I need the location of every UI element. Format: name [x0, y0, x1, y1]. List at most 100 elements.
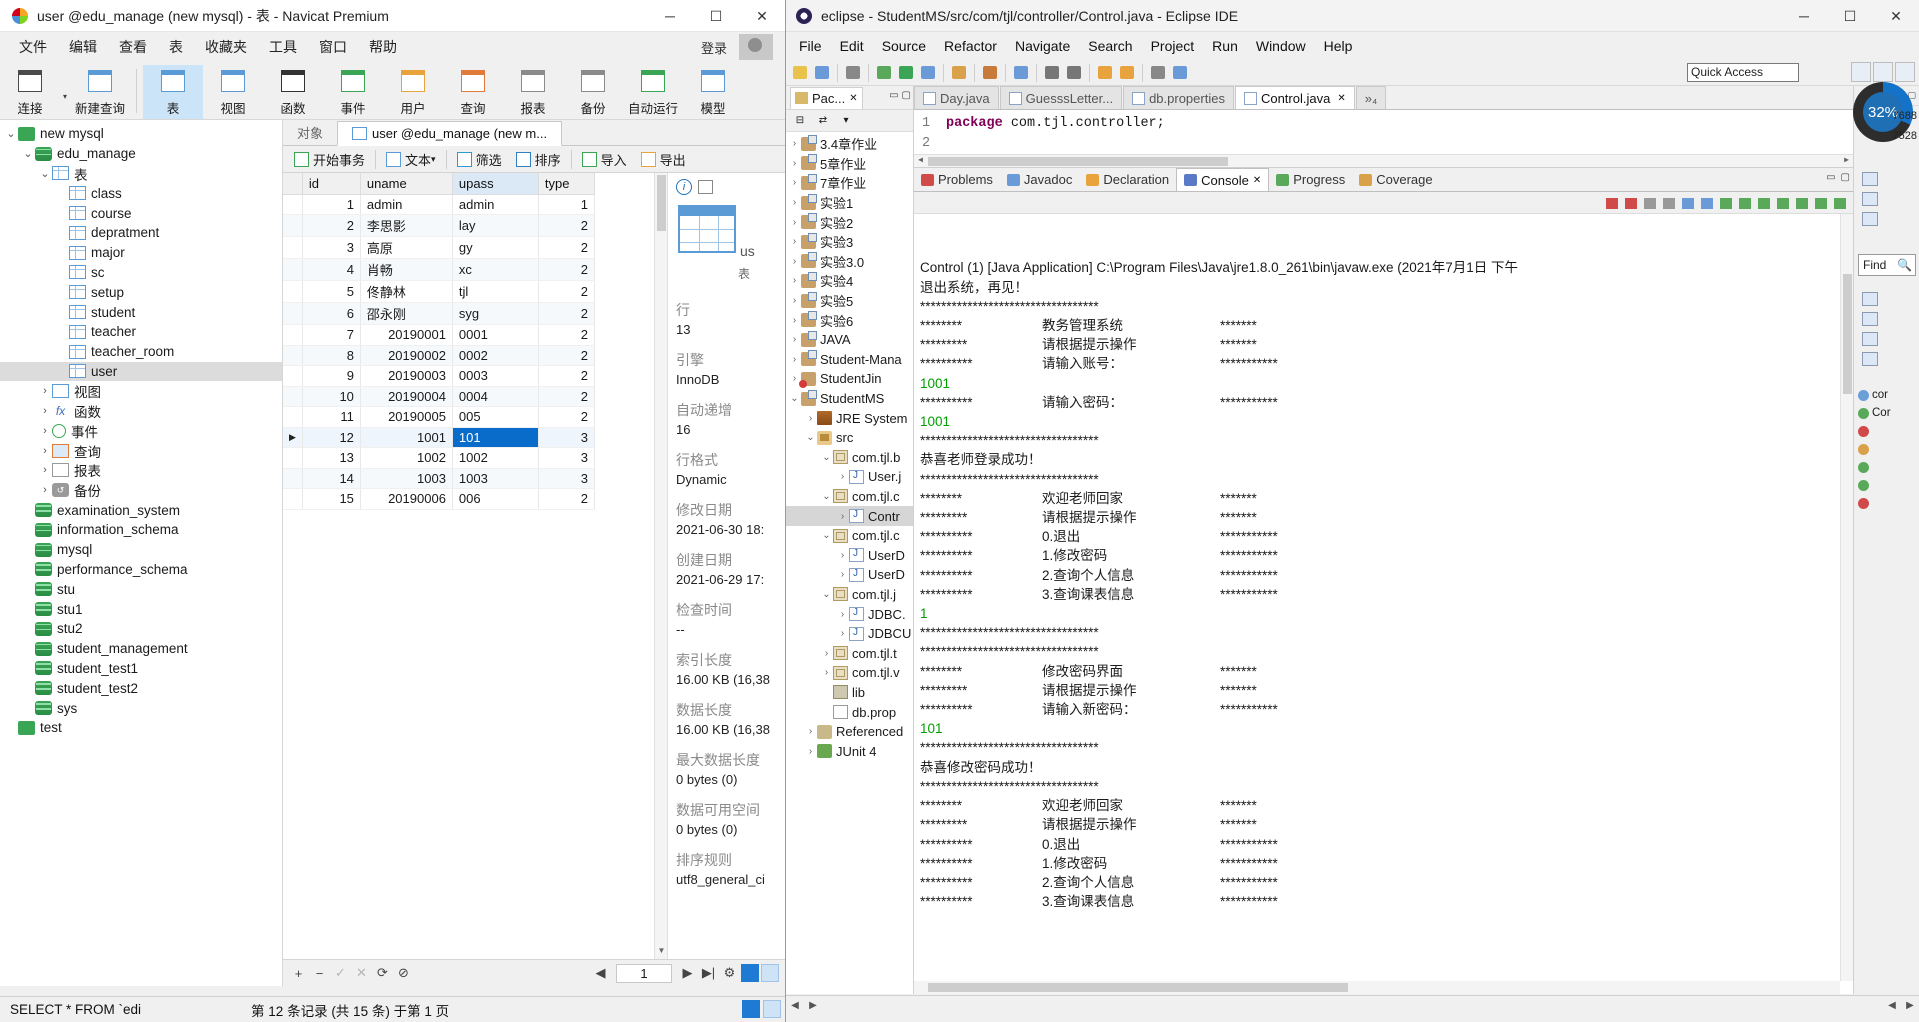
explorer-item-junit4[interactable]: › JUnit 4 [786, 741, 913, 761]
chevron-right-icon[interactable]: › [38, 405, 52, 417]
form-view-button[interactable] [761, 964, 779, 982]
chevron-down-icon[interactable]: ⌄ [820, 530, 833, 541]
cell-uname[interactable]: 肖畅 [360, 258, 453, 281]
explorer-item-4[interactable]: › 实验4 [786, 271, 913, 291]
scroll-thumb[interactable] [657, 175, 666, 231]
cell-upass[interactable]: admin [452, 194, 539, 215]
outline-item[interactable] [1858, 458, 1891, 476]
tree-item-performance_schema[interactable]: performance_schema [0, 560, 282, 580]
data-grid[interactable]: id uname upass type 1 admin admin 1 2 李思影 lay 2 3 高原 g… [283, 173, 667, 959]
chevron-right-icon[interactable]: › [820, 667, 833, 678]
chevron-right-icon[interactable]: › [38, 484, 52, 496]
tree-item-newmysql[interactable]: ⌄ new mysql [0, 124, 282, 144]
chevron-down-icon[interactable]: ⌄ [820, 452, 833, 463]
maximize-icon[interactable] [1831, 195, 1847, 211]
explorer-item-7[interactable]: › 7章作业 [786, 173, 913, 193]
pin-console-icon[interactable] [1736, 195, 1752, 211]
close-button[interactable]: ✕ [739, 0, 785, 32]
view-tab-coverage[interactable]: Coverage [1352, 168, 1439, 191]
chevron-right-icon[interactable]: › [804, 726, 817, 737]
row-marker[interactable] [283, 386, 303, 407]
eclipse-close-button[interactable]: ✕ [1873, 0, 1919, 32]
editor-tab-controljava[interactable]: Control.java ✕ [1234, 86, 1355, 109]
chevron-right-icon[interactable]: › [836, 471, 849, 482]
eclipse-menu-search[interactable]: Search [1079, 35, 1141, 57]
console-hscroll-thumb[interactable] [928, 983, 1348, 992]
package-explorer-tree[interactable]: › 3.4章作业 › 5章作业 › 7章作业 › 实验1 › 实验2 › 实验3 › 实验3.0 › 实验4 ›… [786, 132, 913, 994]
row-marker[interactable] [283, 194, 303, 215]
row-marker[interactable] [283, 468, 303, 489]
view-minimize-icon[interactable]: ▭ [1826, 172, 1835, 183]
eclipse-menu-navigate[interactable]: Navigate [1006, 35, 1079, 57]
cell-uname[interactable]: 1002 [360, 447, 453, 469]
explorer-item-3[interactable]: › 实验3 [786, 232, 913, 252]
explorer-item-2[interactable]: › 实验2 [786, 212, 913, 232]
prev-annotation-icon[interactable] [1064, 63, 1084, 83]
editor-tab-guesssletter[interactable]: GuesssLetter... [999, 86, 1123, 109]
palette-icon[interactable] [1862, 332, 1878, 346]
tree-item-user[interactable]: user [0, 361, 282, 382]
explorer-item-contr[interactable]: › Contr [786, 506, 913, 526]
toolbar-backup[interactable]: 备份 [563, 65, 623, 119]
editor-scroll-thumb[interactable] [928, 157, 1228, 166]
cell-type[interactable]: 2 [538, 280, 595, 303]
eclipse-menu-edit[interactable]: Edit [831, 35, 873, 57]
eclipse-menu-source[interactable]: Source [873, 35, 935, 57]
clear-console-icon[interactable] [1679, 195, 1695, 211]
cell-upass[interactable]: lay [452, 214, 539, 237]
cell-upass[interactable]: syg [452, 302, 539, 325]
explorer-item-comtjlc[interactable]: ⌄ com.tjl.c [786, 487, 913, 507]
chevron-right-icon[interactable]: › [788, 315, 801, 326]
table-row[interactable]: 15 20190006 006 2 [283, 488, 595, 510]
grid-view-button[interactable] [741, 964, 759, 982]
grid-export-button[interactable]: 导出 [634, 148, 693, 171]
cell-upass[interactable]: xc [452, 258, 539, 281]
cell-upass[interactable]: 006 [452, 488, 539, 510]
explorer-item-comtjlt[interactable]: › com.tjl.t [786, 643, 913, 663]
collapse-all-icon[interactable]: ⊟ [790, 111, 810, 131]
panel-toggle-icon[interactable] [698, 180, 713, 194]
outline-item[interactable] [1858, 476, 1891, 494]
chevron-down-icon[interactable]: ⌄ [804, 432, 817, 443]
next-page-button[interactable]: ▶ [678, 964, 697, 983]
tree-item-examination_system[interactable]: examination_system [0, 500, 282, 520]
cell-type[interactable]: 3 [538, 447, 595, 469]
scroll-lock-icon[interactable] [1698, 195, 1714, 211]
cell-upass[interactable]: 0003 [452, 365, 539, 387]
tree-item-[interactable]: › 事件 [0, 421, 282, 441]
cell-id[interactable]: 15 [302, 488, 361, 510]
explorer-item-5[interactable]: › 5章作业 [786, 154, 913, 174]
editor-tab-dayjava[interactable]: Day.java [914, 86, 999, 109]
view-tab-console[interactable]: Console ✕ [1176, 168, 1270, 191]
view-menu-icon[interactable]: ▾ [836, 111, 856, 131]
toolbar-view[interactable]: 视图 [203, 65, 263, 119]
explorer-item-comtjlv[interactable]: › com.tjl.v [786, 663, 913, 683]
chevron-down-icon[interactable]: ⌄ [788, 393, 801, 404]
external-tools-icon[interactable] [980, 63, 1000, 83]
table-row[interactable]: 13 1002 1002 3 [283, 447, 595, 469]
forward-icon[interactable] [1117, 63, 1137, 83]
row-marker[interactable] [283, 365, 303, 387]
chevron-right-icon[interactable]: › [38, 425, 52, 437]
close-icon[interactable]: ✕ [1337, 93, 1345, 104]
cell-id[interactable]: 9 [302, 365, 361, 387]
console-horizontal-scrollbar[interactable] [914, 981, 1840, 994]
table-row[interactable]: 2 李思影 lay 2 [283, 214, 595, 237]
tree-item-mysql[interactable]: mysql [0, 540, 282, 560]
grid-filter-button[interactable]: 筛选 [450, 148, 509, 171]
row-marker[interactable] [283, 345, 303, 366]
menu-view[interactable]: 查看 [108, 33, 158, 61]
tree-item-depratment[interactable]: depratment [0, 223, 282, 243]
outline-item[interactable]: cor [1858, 386, 1891, 404]
grid-sort-button[interactable]: 排序 [509, 148, 568, 171]
print-icon[interactable] [843, 63, 863, 83]
outline-tree[interactable]: cor Cor [1856, 386, 1891, 512]
add-record-button[interactable]: + [289, 964, 308, 983]
cell-upass[interactable]: 0001 [452, 324, 539, 346]
chevron-right-icon[interactable]: › [788, 197, 801, 208]
find-input[interactable]: Find 🔍 [1858, 254, 1916, 276]
back-icon[interactable] [1095, 63, 1115, 83]
tree-item-[interactable]: › 视图 [0, 381, 282, 401]
chevron-right-icon[interactable]: › [836, 609, 849, 620]
chevron-right-icon[interactable]: › [804, 413, 817, 424]
